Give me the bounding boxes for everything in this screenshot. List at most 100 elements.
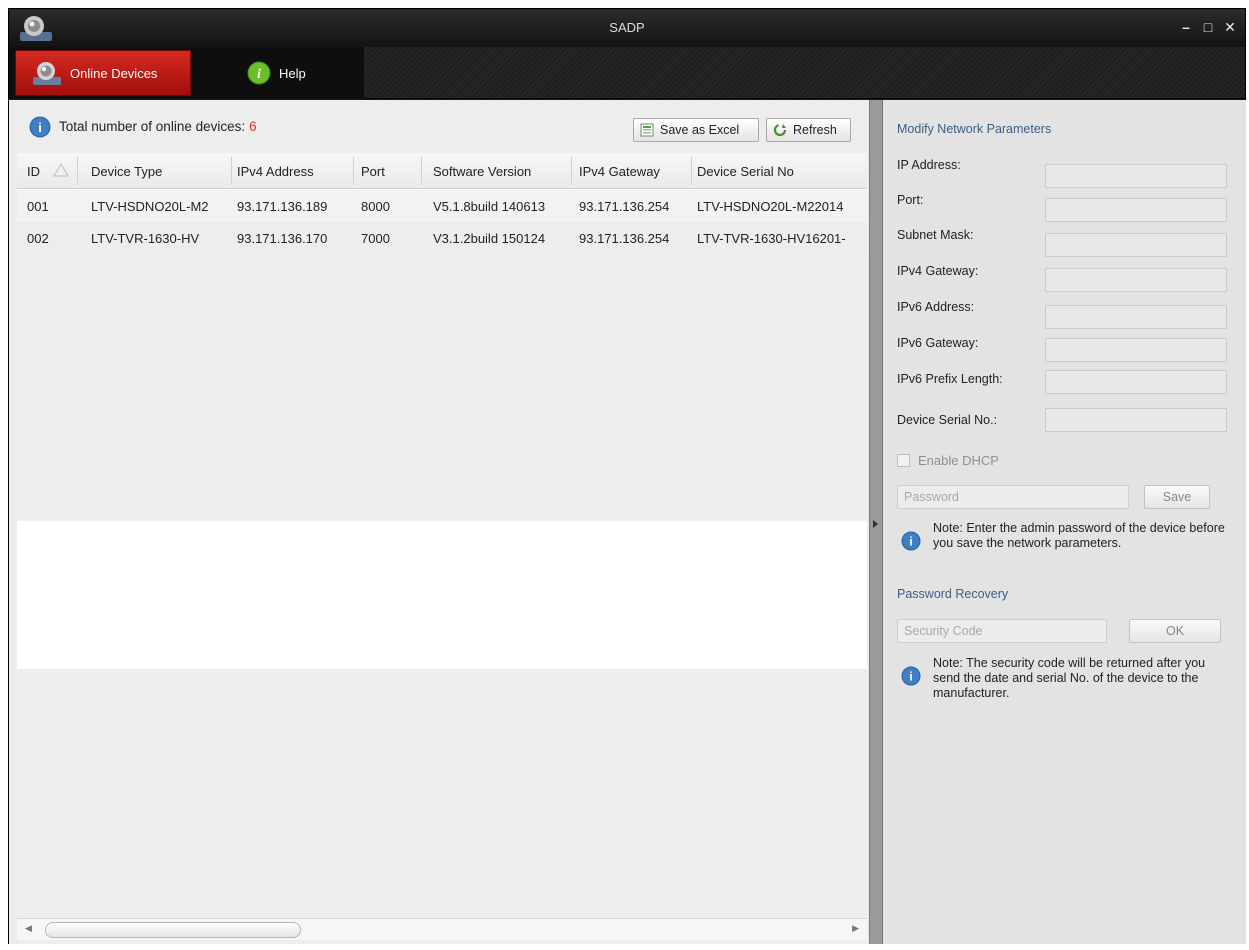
cell-device-serial: LTV-TVR-1630-HV16201- <box>697 231 846 246</box>
enable-dhcp-row[interactable]: Enable DHCP <box>897 453 999 468</box>
svg-text:i: i <box>257 67 261 82</box>
title-bar: SADP – □ ✕ <box>9 9 1245 47</box>
column-header-port[interactable]: Port <box>361 164 385 179</box>
subnet-mask-field[interactable] <box>1045 233 1227 257</box>
cell-ipv4-gateway: 93.171.136.254 <box>579 231 670 246</box>
refresh-icon <box>773 123 787 137</box>
device-serial-label: Device Serial No.: <box>897 413 998 427</box>
enable-dhcp-label: Enable DHCP <box>918 453 999 468</box>
spreadsheet-icon <box>640 123 654 137</box>
info-icon: i <box>901 666 921 686</box>
save-note: i Note: Enter the admin password of the … <box>897 521 1237 573</box>
subnet-mask-label: Subnet Mask: <box>897 228 974 242</box>
ip-address-field[interactable] <box>1045 164 1227 188</box>
modify-network-title: Modify Network Parameters <box>897 122 1052 136</box>
column-header-ipv4-address[interactable]: IPv4 Address <box>237 164 314 179</box>
tab-online-devices[interactable]: Online Devices <box>15 50 191 96</box>
port-label: Port: <box>897 193 924 207</box>
save-button[interactable]: Save <box>1144 485 1210 509</box>
empty-table-area <box>17 521 867 669</box>
port-field[interactable] <box>1045 198 1227 222</box>
ipv6-prefix-length-field[interactable] <box>1045 370 1227 394</box>
save-note-text: Note: Enter the admin password of the de… <box>933 521 1225 550</box>
scrollbar-thumb[interactable] <box>45 922 301 938</box>
cell-software-version: V5.1.8build 140613 <box>433 199 546 214</box>
cell-port: 7000 <box>361 231 390 246</box>
sort-ascending-icon <box>53 163 69 177</box>
column-header-device-serial[interactable]: Device Serial No <box>697 164 794 179</box>
info-icon: i <box>901 531 921 551</box>
scroll-right-arrow-icon[interactable]: ▶ <box>852 923 859 934</box>
table-row[interactable]: 002 LTV-TVR-1630-HV 93.171.136.170 7000 … <box>17 222 867 254</box>
table-header: ID Device Type IPv4 Address Port Softwar… <box>17 153 867 189</box>
empty-table-area <box>17 254 867 521</box>
info-icon: i <box>29 116 51 138</box>
column-header-id[interactable]: ID <box>27 164 40 179</box>
ipv4-gateway-label: IPv4 Gateway: <box>897 264 979 278</box>
minimize-button[interactable]: – <box>1177 19 1195 37</box>
ipv6-prefix-length-label: IPv6 Prefix Length: <box>897 372 1003 386</box>
cell-software-version: V3.1.2build 150124 <box>433 231 546 246</box>
security-code-input[interactable]: Security Code <box>897 619 1107 643</box>
cell-device-serial: LTV-HSDNO20L-M22014 <box>697 199 844 214</box>
sadp-window: SADP – □ ✕ Online Devices i Help i Total… <box>8 8 1246 944</box>
scroll-left-arrow-icon[interactable]: ◀ <box>25 923 32 934</box>
svg-text:i: i <box>38 120 42 135</box>
save-as-excel-button[interactable]: Save as Excel <box>633 118 759 142</box>
window-title: SADP <box>609 20 645 35</box>
ipv6-gateway-field[interactable] <box>1045 338 1227 362</box>
svg-text:i: i <box>909 535 912 549</box>
tab-help-label: Help <box>279 65 306 81</box>
cell-ipv4-address: 93.171.136.189 <box>237 199 328 214</box>
column-separator <box>691 157 692 185</box>
cell-device-type: LTV-TVR-1630-HV <box>91 231 200 246</box>
ok-button[interactable]: OK <box>1129 619 1221 643</box>
password-input[interactable]: Password <box>897 485 1129 509</box>
column-separator <box>353 157 354 185</box>
close-button[interactable]: ✕ <box>1221 19 1239 37</box>
modify-network-panel: Modify Network Parameters IP Address: Po… <box>883 100 1246 944</box>
panel-splitter[interactable] <box>869 100 883 944</box>
tab-online-devices-label: Online Devices <box>70 65 158 81</box>
refresh-label: Refresh <box>793 123 837 137</box>
svg-text:i: i <box>909 670 912 684</box>
horizontal-scrollbar[interactable]: ◀ ▶ <box>17 918 867 940</box>
window-controls: – □ ✕ <box>1177 19 1239 37</box>
column-header-device-type[interactable]: Device Type <box>91 164 162 179</box>
password-recovery-title: Password Recovery <box>897 587 1009 601</box>
refresh-button[interactable]: Refresh <box>766 118 851 142</box>
online-devices-total: Total number of online devices: 6 <box>59 119 257 134</box>
column-header-ipv4-gateway[interactable]: IPv4 Gateway <box>579 164 660 179</box>
cell-device-type: LTV-HSDNO20L-M2 <box>91 199 209 214</box>
collapse-arrow-icon[interactable] <box>873 520 878 528</box>
column-separator <box>421 157 422 185</box>
ip-address-label: IP Address: <box>897 158 961 172</box>
device-list-toolbar: i Total number of online devices: 6 Save … <box>9 100 869 152</box>
cell-id: 001 <box>27 199 49 214</box>
tab-group: Online Devices i Help <box>9 47 364 99</box>
column-separator <box>571 157 572 185</box>
save-as-excel-label: Save as Excel <box>660 123 740 137</box>
tab-help[interactable]: i Help <box>229 50 349 96</box>
info-icon: i <box>247 61 271 85</box>
ipv4-gateway-field[interactable] <box>1045 268 1227 292</box>
empty-table-area <box>17 669 867 913</box>
total-label-text: Total number of online devices: <box>59 119 246 134</box>
cell-ipv4-address: 93.171.136.170 <box>237 231 328 246</box>
ipv6-address-field[interactable] <box>1045 305 1227 329</box>
column-header-software-version[interactable]: Software Version <box>433 164 531 179</box>
device-table: ID Device Type IPv4 Address Port Softwar… <box>17 153 867 913</box>
table-row[interactable]: 001 LTV-HSDNO20L-M2 93.171.136.189 8000 … <box>17 190 867 222</box>
recovery-note: i Note: The security code will be return… <box>897 656 1237 708</box>
column-separator <box>231 157 232 185</box>
cell-port: 8000 <box>361 199 390 214</box>
column-separator <box>77 157 78 185</box>
device-serial-field[interactable] <box>1045 408 1227 432</box>
cell-ipv4-gateway: 93.171.136.254 <box>579 199 670 214</box>
camera-icon <box>33 62 61 85</box>
tab-bar: Online Devices i Help <box>9 47 1245 99</box>
device-list-panel: i Total number of online devices: 6 Save … <box>9 100 869 944</box>
enable-dhcp-checkbox[interactable] <box>897 454 910 467</box>
maximize-button[interactable]: □ <box>1199 19 1217 37</box>
recovery-note-text: Note: The security code will be returned… <box>933 656 1206 700</box>
